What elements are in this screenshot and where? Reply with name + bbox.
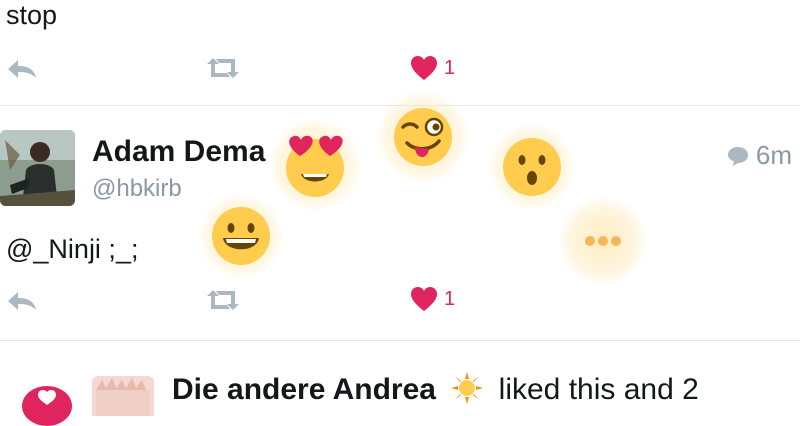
retweet-icon — [207, 58, 239, 78]
notification-heart-badge — [22, 386, 72, 426]
reply-icon — [8, 292, 36, 310]
reply-button[interactable] — [6, 290, 38, 312]
avatar[interactable] — [0, 130, 75, 206]
reaction-heart-eyes[interactable] — [270, 120, 360, 210]
reaction-surprised[interactable] — [490, 125, 574, 209]
tweet-time-label: 6m — [755, 140, 792, 170]
prev-like-button[interactable]: 1 — [410, 55, 455, 81]
notification-suffix: liked this and 2 — [498, 373, 699, 406]
sun-emoji-icon — [451, 372, 484, 404]
like-count: 1 — [444, 287, 456, 310]
notification-text: Die andere Andrea liked this and 2 — [172, 371, 699, 407]
retweet-button[interactable] — [203, 288, 243, 312]
prev-tweet-text: stop — [6, 0, 58, 30]
avatar-photo — [96, 378, 150, 416]
prev-like-count: 1 — [444, 56, 456, 79]
divider — [0, 340, 800, 341]
conversation-icon — [727, 146, 748, 166]
retweet-icon — [207, 290, 239, 310]
avatar-photo — [0, 130, 75, 206]
heart-eyes-icon — [286, 135, 344, 197]
notification-avatar[interactable] — [92, 376, 154, 416]
heart-icon — [411, 56, 437, 80]
tweet-time: 6m — [726, 140, 792, 171]
more-dots-icon — [585, 236, 621, 246]
grinning-face-icon — [212, 207, 270, 265]
reaction-more-button[interactable] — [560, 198, 646, 284]
winking-tongue-icon — [394, 108, 452, 166]
tweet-author-handle[interactable]: @hbkirb — [92, 175, 182, 203]
tweet-text: @_Ninji ;_; — [6, 234, 139, 264]
reaction-winking-tongue[interactable] — [378, 92, 468, 182]
tweet-author-name[interactable]: Adam Dema — [92, 135, 265, 169]
reply-icon — [8, 60, 36, 78]
like-button[interactable]: 1 — [410, 286, 455, 312]
prev-reply-button[interactable] — [6, 58, 38, 80]
reaction-grinning[interactable] — [200, 195, 282, 277]
notification-user-name[interactable]: Die andere Andrea — [172, 373, 436, 406]
heart-icon — [411, 287, 437, 311]
surprised-face-icon — [503, 138, 561, 196]
heart-icon — [38, 390, 56, 405]
prev-retweet-button[interactable] — [203, 56, 243, 80]
